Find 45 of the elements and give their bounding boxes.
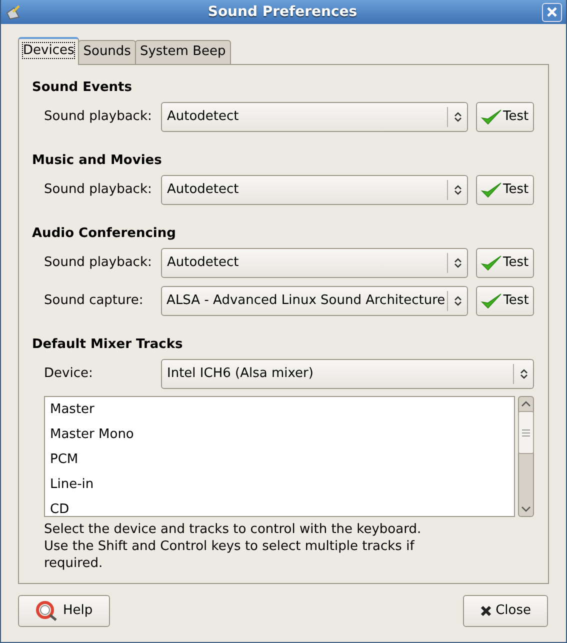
checkmark-icon	[480, 292, 502, 310]
up-down-arrows-icon	[520, 368, 528, 380]
field-label: Sound playback:	[44, 108, 153, 126]
device-dropdown[interactable]: ALSA - Advanced Linux Sound Architecture	[160, 286, 468, 316]
close-icon	[480, 605, 492, 617]
up-down-arrows-icon	[454, 257, 462, 269]
track-list[interactable]: Master Master Mono PCM Line-in CD	[44, 396, 515, 517]
close-button[interactable]	[542, 2, 562, 22]
checkmark-icon	[480, 108, 502, 126]
scrollbar[interactable]	[518, 396, 534, 517]
up-down-arrows-icon	[454, 111, 462, 123]
mixer-dropdown[interactable]: Intel ICH6 (Alsa mixer)	[161, 359, 534, 389]
field-label: Device:	[44, 365, 94, 384]
test-button[interactable]: Test	[476, 102, 534, 132]
field-label: Sound playback:	[44, 181, 153, 200]
section-heading: Default Mixer Tracks	[32, 336, 184, 354]
close-button[interactable]: Close	[462, 595, 548, 627]
up-down-arrows-icon	[454, 184, 462, 196]
list-item[interactable]: Master	[45, 397, 514, 422]
tab[interactable]: Devices	[18, 37, 80, 65]
list-item[interactable]: Master Mono	[45, 422, 514, 447]
tab[interactable]: System Beep	[134, 40, 231, 64]
tab[interactable]: Sounds	[78, 40, 136, 64]
section-heading: Music and Movies	[32, 152, 163, 170]
close-icon	[547, 7, 557, 17]
field-label: Sound playback:	[44, 254, 153, 272]
grip-icon	[522, 428, 530, 436]
window-title: Sound Preferences	[206, 2, 358, 22]
section-heading: Sound Events	[32, 79, 134, 97]
help-button[interactable]: Help	[18, 595, 110, 627]
device-dropdown[interactable]: Autodetect	[161, 248, 468, 278]
test-button[interactable]: Test	[476, 175, 534, 205]
test-button[interactable]: Test	[476, 286, 534, 316]
checkmark-icon	[480, 254, 502, 272]
test-button[interactable]: Test	[476, 248, 534, 278]
list-item[interactable]: PCM	[45, 447, 514, 472]
section-heading: Audio Conferencing	[32, 225, 177, 243]
up-down-arrows-icon	[454, 295, 462, 307]
device-dropdown[interactable]: Autodetect	[161, 175, 468, 205]
help-text: Select the device and tracks to control with the keyboard. Use the Shift and Control keys to select multiple tracks if required.	[44, 521, 422, 572]
list-item[interactable]: CD	[45, 497, 514, 516]
field-label: Sound capture:	[44, 292, 144, 310]
device-dropdown[interactable]: Autodetect	[161, 102, 468, 132]
list-item[interactable]: Line-in	[45, 472, 514, 497]
checkmark-icon	[480, 181, 502, 199]
